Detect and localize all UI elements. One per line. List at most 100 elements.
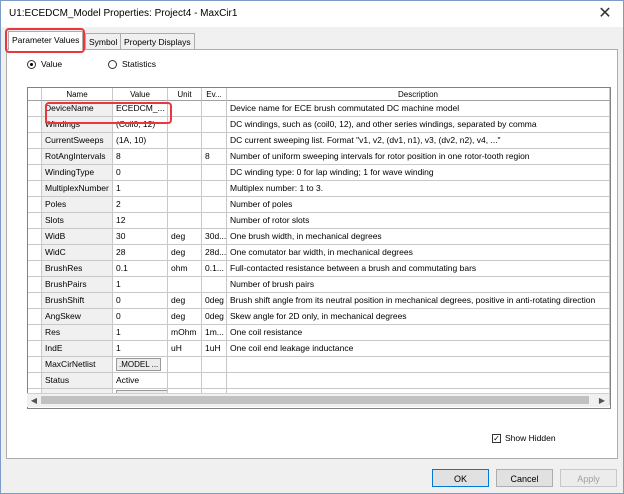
table-row[interactable]: Status Active <box>28 373 610 389</box>
cell-value[interactable]: Active <box>113 373 168 389</box>
cancel-button[interactable]: Cancel <box>496 469 553 487</box>
cell-value[interactable]: 0 <box>113 309 168 325</box>
row-header[interactable] <box>28 245 42 261</box>
row-header[interactable] <box>28 341 42 357</box>
table-row[interactable]: Res 1 mOhm 1m... One coil resistance <box>28 325 610 341</box>
cell-eval <box>202 197 227 213</box>
cell-value[interactable]: .MODEL ... <box>113 357 168 373</box>
cell-desc: DC winding type: 0 for lap winding; 1 fo… <box>227 165 610 181</box>
table-row[interactable]: WidC 28 deg 28d... One comutator bar width, … <box>28 245 610 261</box>
cell-unit <box>168 373 202 389</box>
cell-value[interactable]: 1 <box>113 277 168 293</box>
table-row[interactable]: AngSkew 0 deg 0deg Skew angle for 2D only, i… <box>28 309 610 325</box>
cell-value[interactable]: (1A, 10) <box>113 133 168 149</box>
cell-desc: One coil resistance <box>227 325 610 341</box>
cell-value[interactable]: 0 <box>113 293 168 309</box>
parameter-table: Name Value Unit Ev... Description Device… <box>27 87 611 409</box>
cell-value[interactable]: 2 <box>113 197 168 213</box>
cell-eval <box>202 133 227 149</box>
cell-eval <box>202 357 227 373</box>
row-header[interactable] <box>28 229 42 245</box>
column-header-unit[interactable]: Unit <box>168 88 202 101</box>
cell-value[interactable]: 1 <box>113 181 168 197</box>
cell-eval <box>202 101 227 117</box>
cell-value[interactable]: 12 <box>113 213 168 229</box>
cell-eval: 1uH <box>202 341 227 357</box>
ok-button[interactable]: OK <box>432 469 489 487</box>
cell-value[interactable]: (Coil0, 12) <box>113 117 168 133</box>
row-header[interactable] <box>28 133 42 149</box>
statistics-radio[interactable]: Statistics <box>108 58 156 70</box>
tab-symbol[interactable]: Symbol <box>85 33 122 50</box>
row-header[interactable] <box>28 165 42 181</box>
cell-eval <box>202 213 227 229</box>
cell-value-button[interactable]: .MODEL ... <box>116 358 162 371</box>
apply-button[interactable]: Apply <box>560 469 617 487</box>
column-header-eval[interactable]: Ev... <box>202 88 227 101</box>
cell-value[interactable]: 1 <box>113 341 168 357</box>
cell-value[interactable]: 0 <box>113 165 168 181</box>
cell-desc: Multiplex number: 1 to 3. <box>227 181 610 197</box>
row-header[interactable] <box>28 149 42 165</box>
scroll-left-icon[interactable]: ◀ <box>28 395 40 406</box>
table-row[interactable]: Slots 12 Number of rotor slots <box>28 213 610 229</box>
cell-unit <box>168 357 202 373</box>
cell-name: Windings <box>42 117 113 133</box>
table-row[interactable]: RotAngIntervals 8 8 Number of uniform sweep… <box>28 149 610 165</box>
cell-value[interactable]: 8 <box>113 149 168 165</box>
table-row[interactable]: MultiplexNumber 1 Multiplex number: 1 to 3… <box>28 181 610 197</box>
show-hidden-checkbox[interactable]: ✓ Show Hidden <box>492 433 556 443</box>
column-header-value[interactable]: Value <box>113 88 168 101</box>
scroll-right-icon[interactable]: ▶ <box>596 395 608 406</box>
tab-parameter-values[interactable]: Parameter Values <box>8 31 84 50</box>
cell-desc: Full-contacted resistance between a brus… <box>227 261 610 277</box>
row-header[interactable] <box>28 325 42 341</box>
row-header[interactable] <box>28 373 42 389</box>
cell-value[interactable]: 28 <box>113 245 168 261</box>
table-row[interactable]: BrushShift 0 deg 0deg Brush shift angle from… <box>28 293 610 309</box>
cell-name: IndE <box>42 341 113 357</box>
cell-name: Res <box>42 325 113 341</box>
table-row[interactable]: IndE 1 uH 1uH One coil end leakage inductanc… <box>28 341 610 357</box>
table-row[interactable]: DeviceName ECEDCM_... Device name for ECE … <box>28 101 610 117</box>
table-row[interactable]: Windings (Coil0, 12) DC windings, such as … <box>28 117 610 133</box>
cell-eval <box>202 165 227 181</box>
cell-unit: uH <box>168 341 202 357</box>
table-row[interactable]: CurrentSweeps (1A, 10) DC current sweeping… <box>28 133 610 149</box>
cell-value[interactable]: 1 <box>113 325 168 341</box>
row-header[interactable] <box>28 261 42 277</box>
column-header-description[interactable]: Description <box>227 88 610 101</box>
cell-value[interactable]: 30 <box>113 229 168 245</box>
row-header[interactable] <box>28 117 42 133</box>
row-header[interactable] <box>28 213 42 229</box>
cell-value[interactable]: 0.1 <box>113 261 168 277</box>
table-row[interactable]: BrushRes 0.1 ohm 0.1... Full-contacted resis… <box>28 261 610 277</box>
cell-value[interactable]: ECEDCM_... <box>113 101 168 117</box>
cell-eval <box>202 277 227 293</box>
tab-property-displays[interactable]: Property Displays <box>120 33 195 50</box>
title-bar: U1:ECEDCM_Model Properties: Project4 - M… <box>1 1 623 27</box>
scrollbar-thumb[interactable] <box>41 396 589 404</box>
cell-unit: deg <box>168 293 202 309</box>
cell-desc: DC windings, such as (coil0, 12), and ot… <box>227 117 610 133</box>
statistics-radio-label: Statistics <box>122 59 157 69</box>
row-header[interactable] <box>28 293 42 309</box>
cell-name: WidC <box>42 245 113 261</box>
row-header[interactable] <box>28 357 42 373</box>
table-row[interactable]: MaxCirNetlist .MODEL ... <box>28 357 610 373</box>
cell-name: Status <box>42 373 113 389</box>
close-icon[interactable]: ✕ <box>595 4 615 24</box>
table-row[interactable]: BrushPairs 1 Number of brush pairs <box>28 277 610 293</box>
row-header[interactable] <box>28 277 42 293</box>
row-header[interactable] <box>28 197 42 213</box>
row-header[interactable] <box>28 309 42 325</box>
horizontal-scrollbar[interactable]: ◀ ▶ <box>27 393 609 407</box>
table-row[interactable]: Poles 2 Number of poles <box>28 197 610 213</box>
table-row[interactable]: WidB 30 deg 30d... One brush width, in mecha… <box>28 229 610 245</box>
value-radio[interactable]: Value <box>27 58 62 70</box>
column-header-name[interactable]: Name <box>42 88 113 101</box>
row-header[interactable] <box>28 101 42 117</box>
table-row[interactable]: WindingType 0 DC winding type: 0 for lap w… <box>28 165 610 181</box>
cell-desc: Number of uniform sweeping intervals for… <box>227 149 610 165</box>
row-header[interactable] <box>28 181 42 197</box>
